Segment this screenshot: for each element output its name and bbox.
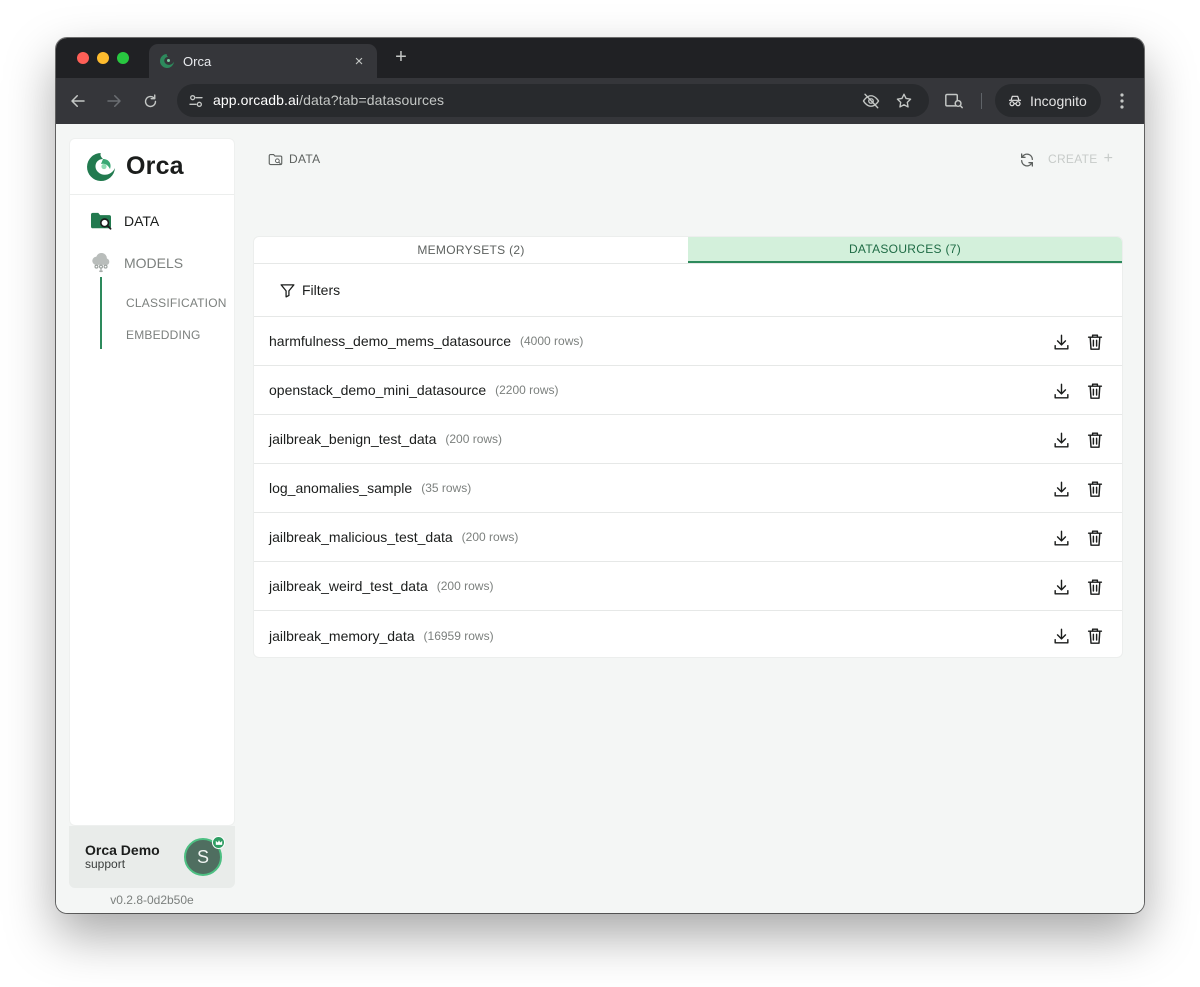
- cloud-network-icon: [92, 253, 110, 273]
- page-title: DATA: [289, 152, 321, 166]
- trash-icon[interactable]: [1086, 577, 1104, 597]
- tab-memorysets[interactable]: MEMORYSETS (2): [254, 237, 688, 263]
- row-count: (200 rows): [461, 530, 519, 544]
- table-row[interactable]: jailbreak_weird_test_data (200 rows): [254, 562, 1122, 611]
- filter-icon: [280, 283, 295, 298]
- refresh-button[interactable]: [1017, 150, 1037, 170]
- datasource-list: harmfulness_demo_mems_datasource (4000 r…: [254, 317, 1122, 657]
- datasource-name[interactable]: log_anomalies_sample: [269, 480, 412, 496]
- filters-label: Filters: [302, 282, 341, 298]
- tab-list: MEMORYSETS (2) DATASOURCES (7): [254, 237, 1122, 264]
- sidebar-item-models[interactable]: MODELS: [90, 253, 183, 273]
- create-button[interactable]: CREATE +: [1048, 150, 1114, 167]
- close-tab-button[interactable]: ×: [351, 53, 367, 70]
- trash-icon[interactable]: [1086, 332, 1104, 352]
- table-row[interactable]: log_anomalies_sample (35 rows): [254, 464, 1122, 513]
- new-tab-button[interactable]: +: [389, 46, 413, 70]
- tab-datasources[interactable]: DATASOURCES (7): [688, 237, 1122, 263]
- sidebar-subitem-embedding[interactable]: EMBEDDING: [126, 328, 200, 342]
- close-window-button[interactable]: [77, 52, 89, 64]
- trash-icon[interactable]: [1086, 381, 1104, 401]
- sidebar-item-label: DATA: [124, 213, 160, 229]
- address-bar[interactable]: app.orcadb.ai/data?tab=datasources: [177, 84, 929, 117]
- orca-favicon-icon: [159, 53, 175, 69]
- bookmark-star-icon[interactable]: [894, 91, 914, 111]
- datasource-name[interactable]: jailbreak_weird_test_data: [269, 578, 428, 594]
- user-role: support: [85, 857, 126, 871]
- forward-button[interactable]: [102, 89, 126, 113]
- folder-search-icon: [268, 153, 283, 165]
- submenu-indicator: [100, 277, 102, 349]
- reload-icon: [144, 93, 156, 107]
- table-row[interactable]: jailbreak_benign_test_data (200 rows): [254, 415, 1122, 464]
- sidebar-item-data[interactable]: DATA: [90, 211, 159, 231]
- app-version: v0.2.8-0d2b50e: [110, 893, 194, 907]
- download-icon[interactable]: [1051, 430, 1071, 450]
- table-row[interactable]: harmfulness_demo_mems_datasource (4000 r…: [254, 317, 1122, 366]
- folder-search-icon: [91, 212, 112, 230]
- brand[interactable]: Orca: [70, 139, 234, 195]
- brand-name: Orca: [126, 152, 184, 180]
- datasource-name[interactable]: jailbreak_benign_test_data: [269, 431, 436, 447]
- table-row[interactable]: jailbreak_malicious_test_data (200 rows): [254, 513, 1122, 562]
- tab-title: Orca: [183, 53, 212, 69]
- datasource-name[interactable]: harmfulness_demo_mems_datasource: [269, 333, 511, 349]
- download-icon[interactable]: [1051, 332, 1071, 352]
- sidebar-subitem-classification[interactable]: CLASSIFICATION: [126, 296, 227, 310]
- datasource-name[interactable]: jailbreak_malicious_test_data: [269, 529, 453, 545]
- trash-icon[interactable]: [1086, 626, 1104, 646]
- download-icon[interactable]: [1051, 626, 1071, 646]
- browser-toolbar: app.orcadb.ai/data?tab=datasources Incog…: [56, 78, 1144, 124]
- tab-strip: Orca × +: [56, 38, 1144, 78]
- orca-logo-icon: [87, 152, 115, 181]
- maximize-window-button[interactable]: [117, 52, 129, 64]
- app-content: Orca DATA MODELS CLASSIFICATION EMBEDDIN…: [56, 124, 1144, 913]
- row-count: (200 rows): [436, 579, 494, 593]
- crown-badge-icon: [212, 836, 225, 849]
- user-card[interactable]: Orca Demo support S: [69, 826, 235, 888]
- sidebar-item-label: MODELS: [124, 255, 184, 271]
- create-button-label: CREATE: [1048, 152, 1098, 166]
- minimize-window-button[interactable]: [97, 52, 109, 64]
- plus-icon: +: [1103, 150, 1114, 167]
- incognito-label: Incognito: [1030, 92, 1087, 109]
- arrow-left-icon: [71, 95, 85, 107]
- browser-menu-button[interactable]: [1113, 90, 1131, 112]
- reading-mode-icon[interactable]: [943, 90, 965, 112]
- user-name: Orca Demo: [85, 842, 160, 858]
- row-count: (2200 rows): [495, 383, 559, 397]
- reload-button[interactable]: [138, 89, 162, 113]
- row-count: (200 rows): [445, 432, 503, 446]
- more-vertical-icon: [1120, 93, 1124, 109]
- incognito-button[interactable]: Incognito: [995, 84, 1101, 117]
- trash-icon[interactable]: [1086, 528, 1104, 548]
- url-text: app.orcadb.ai/data?tab=datasources: [213, 92, 445, 108]
- table-row[interactable]: openstack_demo_mini_datasource (2200 row…: [254, 366, 1122, 415]
- trash-icon[interactable]: [1086, 479, 1104, 499]
- site-settings-icon[interactable]: [185, 90, 206, 111]
- download-icon[interactable]: [1051, 528, 1071, 548]
- arrow-right-icon: [107, 95, 121, 107]
- download-icon[interactable]: [1051, 577, 1071, 597]
- download-icon[interactable]: [1051, 479, 1071, 499]
- filters-button[interactable]: Filters: [254, 264, 1122, 317]
- browser-window: Orca × + app.orcadb.ai/data?tab=datasour…: [56, 38, 1144, 913]
- breadcrumb: DATA: [268, 152, 320, 166]
- back-button[interactable]: [66, 89, 90, 113]
- refresh-icon: [1021, 153, 1033, 167]
- datasources-panel: MEMORYSETS (2) DATASOURCES (7) Filters h…: [253, 236, 1123, 658]
- incognito-icon: [1009, 95, 1021, 106]
- table-row[interactable]: jailbreak_memory_data (16959 rows): [254, 611, 1122, 657]
- toolbar-divider: [981, 93, 982, 109]
- datasource-name[interactable]: jailbreak_memory_data: [269, 628, 415, 644]
- download-icon[interactable]: [1051, 381, 1071, 401]
- row-count: (4000 rows): [520, 334, 584, 348]
- datasource-name[interactable]: openstack_demo_mini_datasource: [269, 382, 486, 398]
- sidebar: Orca DATA MODELS CLASSIFICATION EMBEDDIN…: [69, 138, 235, 826]
- browser-tab[interactable]: Orca ×: [149, 44, 377, 78]
- trash-icon[interactable]: [1086, 430, 1104, 450]
- row-count: (35 rows): [421, 481, 472, 495]
- row-count: (16959 rows): [423, 628, 494, 643]
- eye-off-icon[interactable]: [861, 91, 881, 111]
